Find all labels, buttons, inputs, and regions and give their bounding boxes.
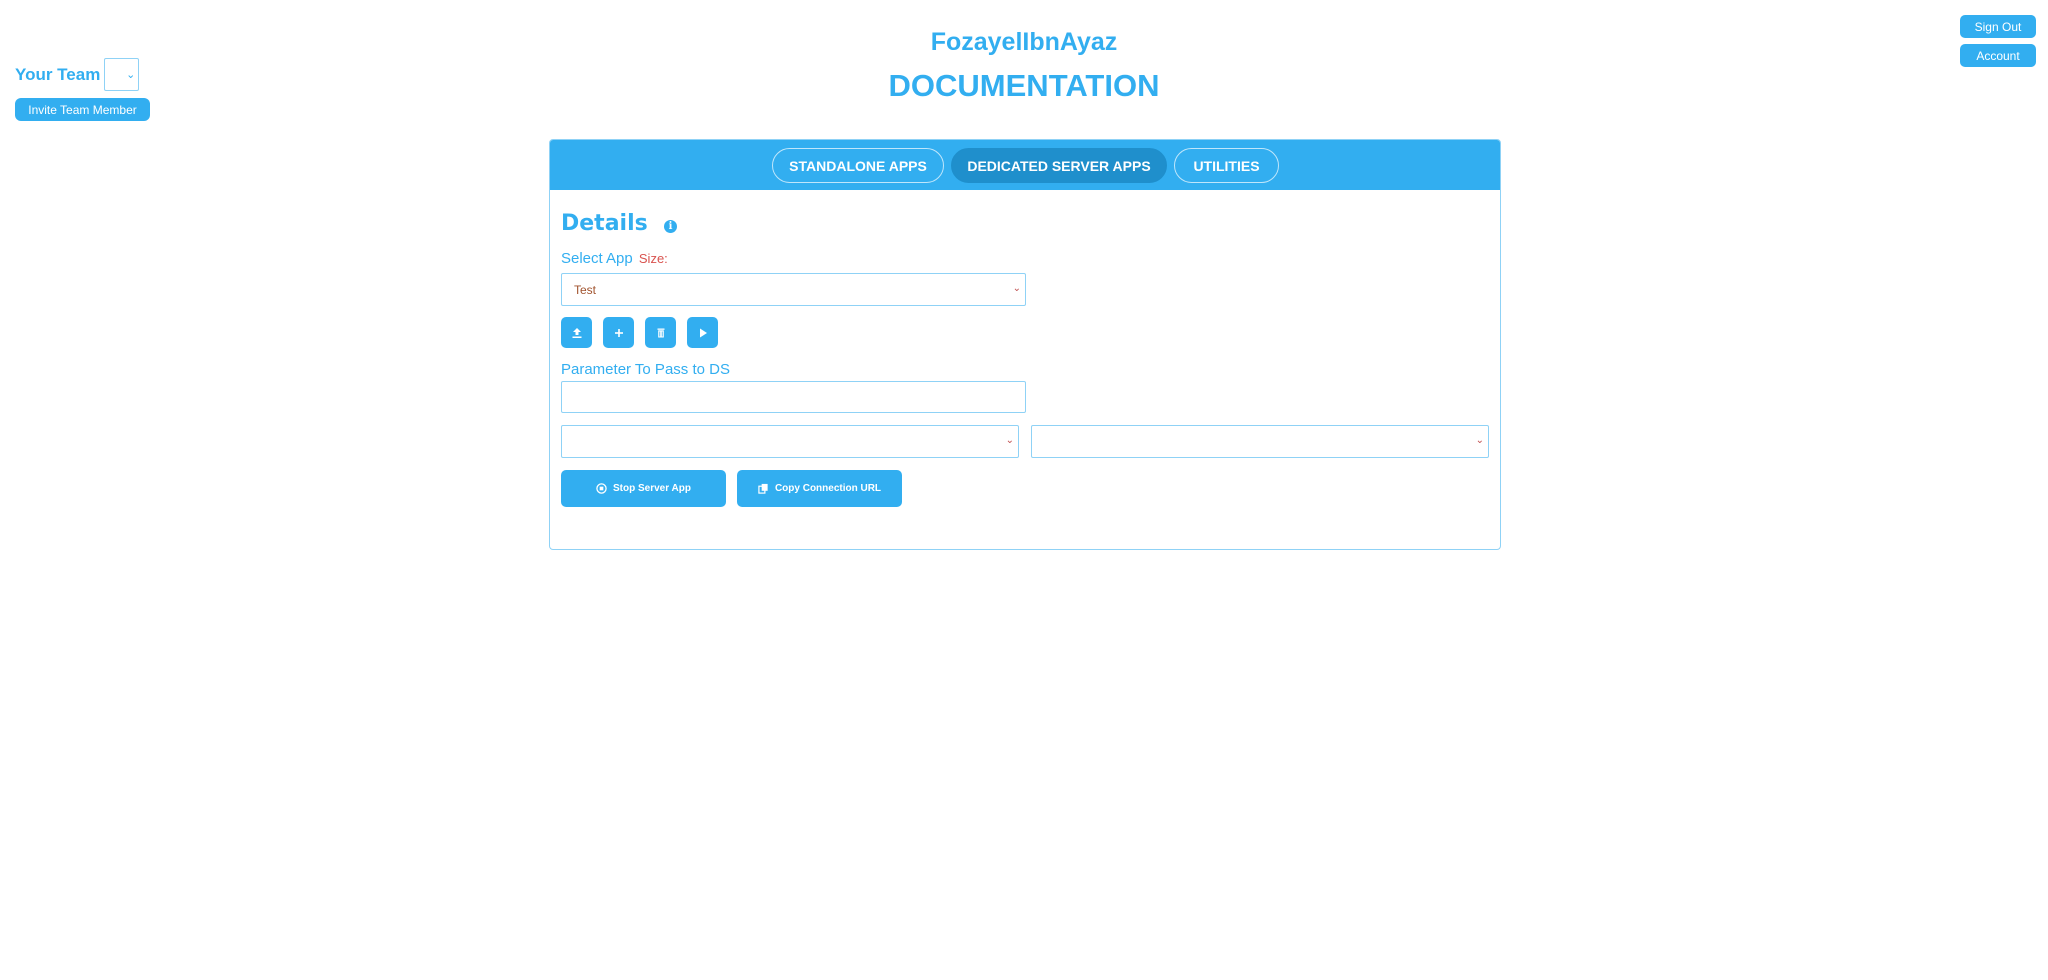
- upload-icon: [572, 327, 581, 338]
- delete-button[interactable]: [645, 317, 676, 348]
- upload-button[interactable]: [561, 317, 592, 348]
- stop-server-app-button[interactable]: Stop Server App: [561, 470, 726, 507]
- tab-standalone-apps[interactable]: STANDALONE APPS: [772, 148, 944, 183]
- tab-dedicated-server-apps[interactable]: DEDICATED SERVER APPS: [951, 148, 1167, 183]
- select-app-text: Select App: [561, 250, 633, 267]
- run-button[interactable]: [687, 317, 718, 348]
- parameter-input[interactable]: [561, 381, 1026, 413]
- brand-name: FozayelIbnAyaz: [930, 28, 1118, 56]
- trash-icon: [657, 328, 664, 337]
- tab-utilities[interactable]: UTILITIES: [1174, 148, 1279, 183]
- parameter-label: Parameter To Pass to DS: [561, 361, 730, 378]
- chevron-down-icon: ⌄: [1475, 435, 1484, 446]
- main-panel: STANDALONE APPS DEDICATED SERVER APPS UT…: [549, 139, 1501, 550]
- server-select-right[interactable]: ⌄: [1031, 425, 1489, 458]
- copy-connection-url-label: Copy Connection URL: [774, 483, 882, 494]
- page-title: DOCUMENTATION: [888, 68, 1160, 103]
- copy-icon: [758, 483, 768, 494]
- server-select-left[interactable]: ⌄: [561, 425, 1019, 458]
- app-select-value: Test: [574, 283, 597, 297]
- copy-connection-url-button[interactable]: Copy Connection URL: [737, 470, 902, 507]
- chevron-down-icon: ⌄: [1005, 435, 1014, 446]
- plus-icon: [614, 328, 623, 337]
- tab-bar: STANDALONE APPS DEDICATED SERVER APPS UT…: [550, 140, 1500, 190]
- add-button[interactable]: [603, 317, 634, 348]
- details-title: Details: [561, 211, 648, 236]
- select-app-label: Select App Size:: [561, 250, 668, 267]
- app-select[interactable]: Test ⌄: [561, 273, 1026, 306]
- info-icon[interactable]: i: [664, 220, 677, 233]
- play-icon: [699, 328, 707, 337]
- size-label: Size:: [638, 251, 668, 266]
- stop-server-app-label: Stop Server App: [613, 483, 691, 494]
- chevron-down-icon: ⌄: [1012, 283, 1021, 294]
- stop-circle-icon: [596, 483, 607, 494]
